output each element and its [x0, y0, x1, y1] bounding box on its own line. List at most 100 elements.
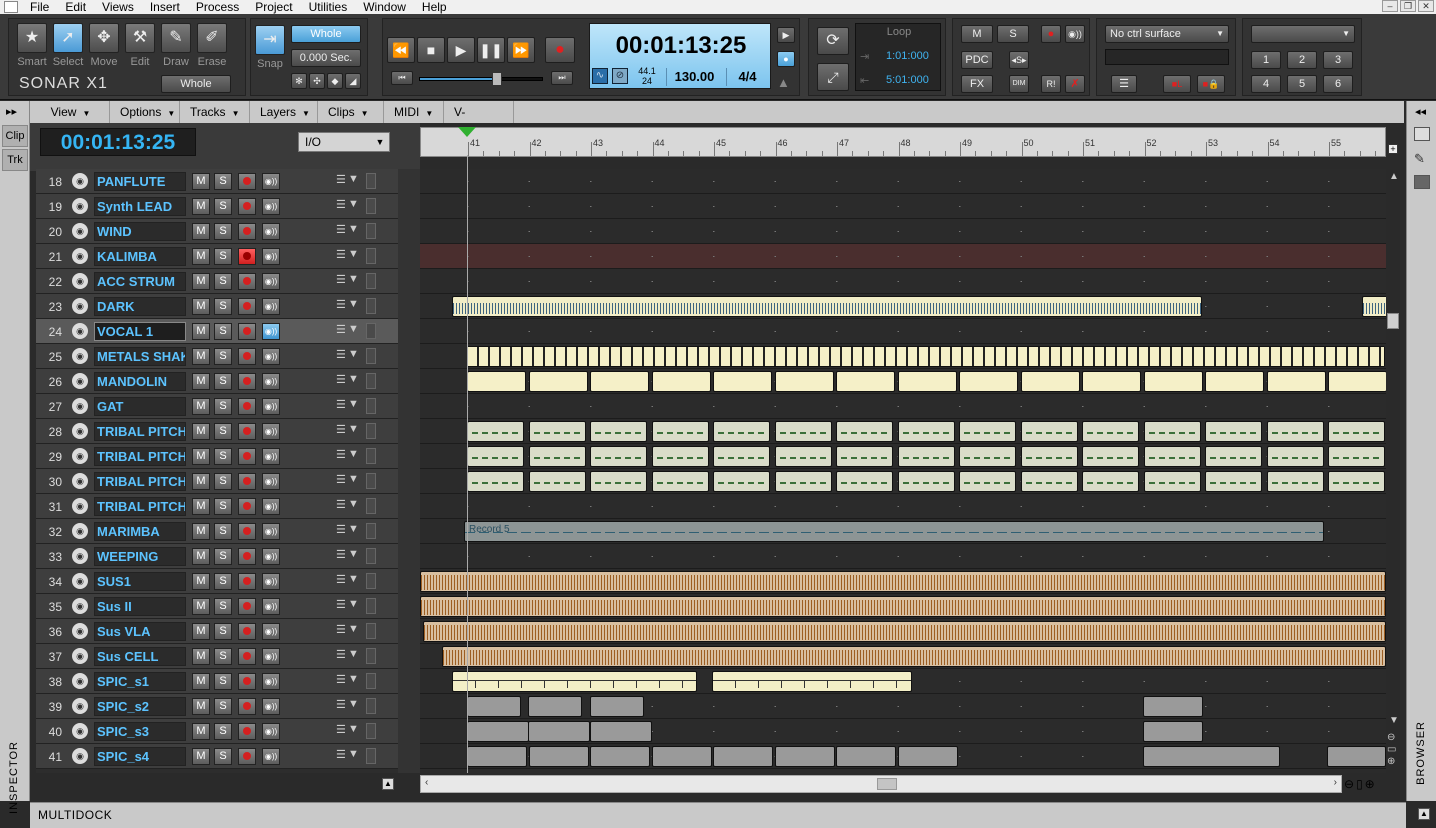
track-solo-button[interactable]: S [214, 598, 232, 615]
clip[interactable] [467, 371, 526, 392]
clip[interactable] [467, 421, 524, 442]
track-input-echo-icon[interactable]: ◉)) [262, 398, 280, 415]
transport-next-icon[interactable]: ▶ [777, 27, 795, 43]
track-lane[interactable] [420, 219, 1386, 244]
midi-clip[interactable] [452, 671, 697, 692]
track-record-arm-icon[interactable] [238, 198, 256, 215]
clip[interactable] [1082, 371, 1141, 392]
track-lane[interactable] [420, 744, 1386, 769]
tempo-display[interactable]: 130.00 [666, 68, 722, 86]
clip[interactable] [1143, 421, 1201, 442]
scroll-down-icon[interactable]: ▼ [1389, 715, 1399, 726]
track-menu-icon[interactable]: ☰ [336, 548, 346, 561]
track-input-echo-icon[interactable]: ◉)) [262, 198, 280, 215]
clip[interactable] [1205, 471, 1262, 492]
track-solo-button[interactable]: S [214, 373, 232, 390]
clip[interactable] [590, 746, 650, 767]
expand-browser-icon[interactable]: ◂◂ [1415, 105, 1426, 118]
snap-mode-icon[interactable]: ✻ [291, 73, 307, 89]
track-record-arm-icon[interactable] [238, 423, 256, 440]
tab-trk[interactable]: Trk [2, 149, 28, 171]
track-name-field[interactable]: TRIBAL PITCH 4 [94, 497, 186, 516]
midi-track-icon[interactable]: ◉ [72, 423, 88, 439]
track-solo-button[interactable]: S [214, 248, 232, 265]
clip[interactable] [1082, 471, 1139, 492]
clip[interactable] [1328, 446, 1385, 467]
track-mute-button[interactable]: M [192, 598, 210, 615]
track-lane[interactable] [420, 419, 1386, 444]
rewind-icon[interactable]: ⏪ [387, 37, 415, 63]
track-name-field[interactable]: MANDOLIN [94, 372, 186, 391]
clip[interactable] [1327, 746, 1386, 767]
clip[interactable] [897, 471, 955, 492]
track-header[interactable]: 32 ◉ MARIMBA M S ◉)) ☰ ▼ [36, 519, 398, 544]
track-header[interactable]: 23 ◉ DARK M S ◉)) ☰ ▼ [36, 294, 398, 319]
position-slider-thumb[interactable] [492, 72, 502, 86]
inspector-label[interactable]: INSPECTOR [8, 741, 20, 814]
track-record-arm-icon[interactable] [238, 223, 256, 240]
track-menu-icon[interactable]: ☰ [336, 598, 346, 611]
track-fold-icon[interactable]: ▼ [348, 423, 359, 435]
loop-toggle-icon[interactable]: ⟳ [817, 27, 849, 55]
clip[interactable] [467, 446, 524, 467]
track-header[interactable]: 41 ◉ SPIC_s4 M S ◉)) ☰ ▼ [36, 744, 398, 769]
multidock-expand-icon[interactable]: ▲ [1418, 808, 1430, 820]
track-header[interactable]: 35 ◉ Sus II M S ◉)) ☰ ▼ [36, 594, 398, 619]
track-mute-button[interactable]: M [192, 423, 210, 440]
track-record-arm-icon[interactable] [238, 173, 256, 190]
midi-track-icon[interactable]: ◉ [72, 248, 88, 264]
menu-file[interactable]: File [22, 0, 57, 14]
track-mute-button[interactable]: M [192, 223, 210, 240]
ctrl-surface-dropdown[interactable]: No ctrl surface ▼ [1105, 25, 1229, 43]
vertical-scrollbar[interactable]: ▲ ▼ [1386, 169, 1400, 729]
midi-track-icon[interactable]: ◉ [72, 548, 88, 564]
midi-track-icon[interactable]: ◉ [72, 348, 88, 364]
menu-views[interactable]: Views [94, 0, 142, 14]
now-time-display[interactable]: 00:01:13:25 [40, 128, 196, 156]
midi-track-icon[interactable]: ◉ [72, 273, 88, 289]
midi-clip[interactable] [712, 671, 912, 692]
mix-mute-button[interactable]: M [961, 25, 993, 43]
draw-tool-icon[interactable]: ✎ [161, 23, 191, 53]
track-lane[interactable] [420, 319, 1386, 344]
clip[interactable] [590, 471, 647, 492]
clip[interactable] [897, 446, 955, 467]
clip[interactable] [528, 446, 586, 467]
track-mute-button[interactable]: M [192, 673, 210, 690]
midi-track-icon[interactable]: ◉ [72, 473, 88, 489]
clip[interactable] [1266, 471, 1324, 492]
track-header[interactable]: 36 ◉ Sus VLA M S ◉)) ☰ ▼ [36, 619, 398, 644]
track-solo-button[interactable]: S [214, 748, 232, 765]
clip[interactable] [1082, 421, 1139, 442]
track-lane[interactable] [420, 169, 1386, 194]
track-fold-icon[interactable]: ▼ [348, 173, 359, 185]
menu-layers[interactable]: Layers ▼ [250, 101, 318, 123]
track-solo-button[interactable]: S [214, 723, 232, 740]
audio-engine-icon[interactable]: ∿ [592, 68, 608, 84]
clip[interactable] [836, 371, 895, 392]
track-record-arm-icon[interactable] [238, 473, 256, 490]
clip[interactable] [897, 421, 955, 442]
pause-icon[interactable]: ❚❚ [477, 37, 505, 63]
menu-process[interactable]: Process [188, 0, 247, 14]
track-header[interactable]: 34 ◉ SUS1 M S ◉)) ☰ ▼ [36, 569, 398, 594]
track-name-field[interactable]: Synth LEAD [94, 197, 186, 216]
track-mute-button[interactable]: M [192, 348, 210, 365]
track-header[interactable]: 37 ◉ Sus CELL M S ◉)) ☰ ▼ [36, 644, 398, 669]
track-fold-icon[interactable]: ▼ [348, 523, 359, 535]
plugin-icon[interactable]: ✎ [1414, 151, 1425, 167]
track-fold-icon[interactable]: ▼ [348, 223, 359, 235]
track-mute-button[interactable]: M [192, 398, 210, 415]
track-menu-icon[interactable]: ☰ [336, 748, 346, 761]
track-input-echo-icon[interactable]: ◉)) [262, 673, 280, 690]
scroll-up-icon[interactable]: ▲ [1389, 171, 1399, 182]
track-header[interactable]: 28 ◉ TRIBAL PITCH 1 MS ◉)) ☰▼ [36, 419, 398, 444]
horizontal-scrollbar[interactable]: ‹ › [420, 775, 1342, 793]
midi-track-icon[interactable]: ◉ [72, 198, 88, 214]
track-input-echo-icon[interactable]: ◉)) [262, 623, 280, 640]
track-header[interactable]: 22 ◉ ACC STRUM M S ◉)) ☰ ▼ [36, 269, 398, 294]
track-fold-icon[interactable]: ▼ [348, 323, 359, 335]
expand-inspector-icon[interactable]: ▸▸ [6, 105, 17, 118]
track-solo-button[interactable]: S [214, 623, 232, 640]
track-input-echo-icon[interactable]: ◉)) [262, 448, 280, 465]
